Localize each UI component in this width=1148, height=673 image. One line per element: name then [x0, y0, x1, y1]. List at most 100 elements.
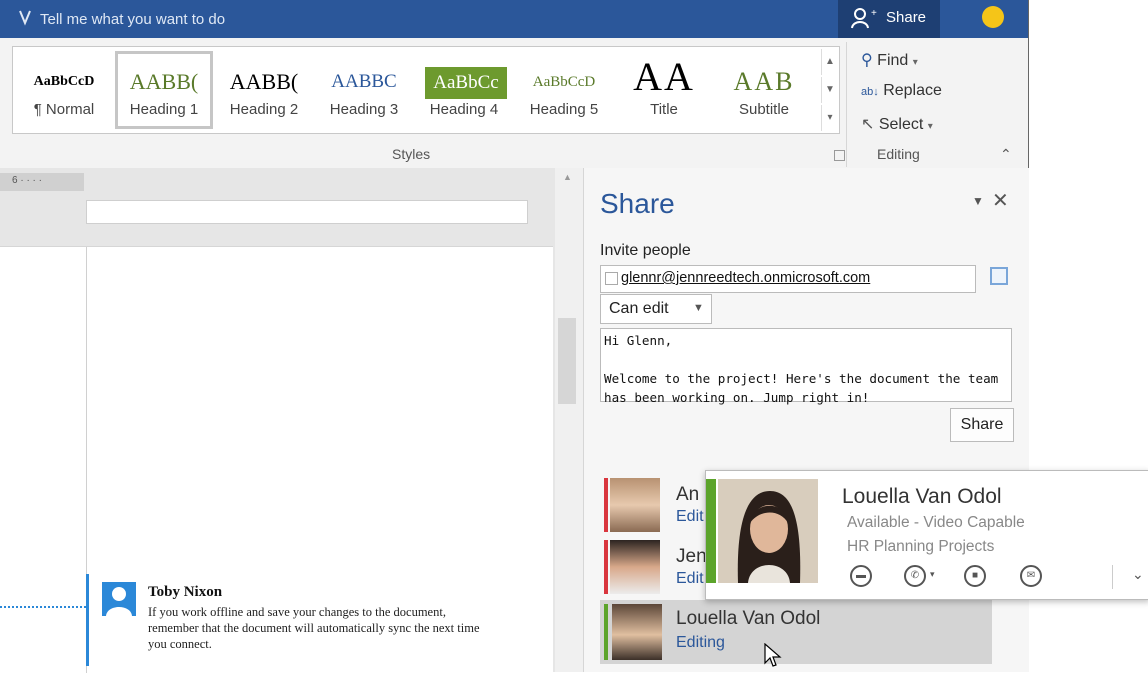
- style-preview: AaBbCc: [425, 67, 507, 99]
- presence-bar: [604, 540, 608, 594]
- person-status: Editing: [676, 634, 725, 651]
- ruler: 6 · · · ·: [0, 173, 84, 191]
- presence-bar: [604, 604, 608, 660]
- divider: [1112, 565, 1113, 589]
- person-share-icon: +: [851, 8, 877, 29]
- feedback-smiley-icon[interactable]: [982, 6, 1004, 28]
- select-label: Select: [878, 116, 924, 133]
- find-button[interactable]: ⚲ Find ▾: [861, 50, 918, 70]
- mail-icon[interactable]: ✉: [1020, 565, 1042, 587]
- message-field[interactable]: Hi Glenn, Welcome to the project! Here's…: [600, 328, 1012, 405]
- style-heading-5[interactable]: AaBbCcD Heading 5: [515, 51, 613, 129]
- search-icon: ⚲: [861, 52, 873, 69]
- comment-balloon[interactable]: Toby Nixon If you work offline and save …: [0, 574, 526, 672]
- style-preview: AaBbCcD: [33, 74, 95, 89]
- video-icon[interactable]: ■: [964, 565, 986, 587]
- style-subtitle[interactable]: AAB Subtitle: [715, 51, 813, 129]
- person-icon: [106, 587, 132, 616]
- comment-anchor-line: [0, 606, 86, 608]
- address-book-icon[interactable]: [990, 267, 1008, 285]
- avatar: [610, 478, 660, 532]
- person-name: Jen: [676, 546, 707, 567]
- pane-title: Share: [600, 188, 675, 219]
- style-preview: AABBC: [331, 71, 397, 92]
- select-button[interactable]: ↖ Select ▾: [861, 114, 933, 134]
- editing-group-label: Editing: [877, 146, 920, 162]
- lightbulb-icon: [19, 10, 31, 26]
- collapse-ribbon-icon[interactable]: ⌃: [1000, 146, 1012, 163]
- document-scrollbar[interactable]: ▲: [555, 168, 583, 672]
- svg-text:+: +: [871, 8, 877, 19]
- style-heading-3[interactable]: AABBC Heading 3: [315, 51, 413, 129]
- style-name: Title: [650, 101, 678, 118]
- contact-photo: [718, 479, 818, 583]
- previous-page-bottom: [86, 200, 528, 224]
- style-name: Heading 5: [529, 101, 599, 118]
- contact-title: HR Planning Projects: [847, 538, 995, 555]
- person-name: An: [676, 484, 700, 505]
- gallery-scroll-up[interactable]: ▲: [821, 49, 838, 75]
- contact-name: Louella Van Odol: [842, 485, 1002, 508]
- scroll-up-icon[interactable]: ▲: [563, 172, 572, 182]
- style-title[interactable]: AA Title: [615, 51, 713, 129]
- share-top-label: Share: [886, 9, 927, 26]
- contact-status: Available - Video Capable: [847, 514, 1025, 531]
- find-dropdown-icon: ▾: [912, 57, 918, 68]
- scrollbar-thumb[interactable]: [558, 318, 576, 404]
- presence-bar: [604, 478, 608, 532]
- avatar: [610, 540, 660, 594]
- permission-dropdown[interactable]: Can edit ▼: [600, 294, 712, 324]
- find-label: Find: [877, 52, 909, 69]
- style-name: Heading 4: [429, 101, 499, 118]
- contact-card: Louella Van Odol Available - Video Capab…: [705, 470, 1148, 600]
- permission-value: Can edit: [609, 300, 669, 317]
- tell-me-text: Tell me what you want to do: [40, 11, 226, 28]
- styles-gallery: AaBbCcD ¶ Normal AABB( Heading 1 AABB( H…: [12, 46, 840, 134]
- person-status: Edit: [676, 508, 704, 525]
- style-name: Heading 2: [229, 101, 299, 118]
- invite-email-field[interactable]: glennr@jennreedtech.onmicrosoft.com: [600, 265, 976, 293]
- style-heading-1[interactable]: AABB( Heading 1: [115, 51, 213, 129]
- select-cursor-icon: ↖: [861, 116, 875, 133]
- select-dropdown-icon: ▾: [927, 121, 933, 132]
- gallery-scroll-down[interactable]: ▼: [821, 77, 838, 103]
- style-normal[interactable]: AaBbCcD ¶ Normal: [15, 51, 113, 129]
- tell-me-box[interactable]: Tell me what you want to do: [18, 9, 225, 28]
- styles-dialog-launcher[interactable]: [834, 150, 845, 161]
- gallery-more[interactable]: ▾: [821, 105, 838, 131]
- chevron-down-icon[interactable]: ⌄: [1132, 566, 1144, 583]
- share-button[interactable]: Share: [950, 408, 1014, 442]
- invite-label: Invite people: [600, 242, 691, 259]
- style-preview: AABB(: [129, 69, 199, 94]
- avatar: [612, 604, 662, 660]
- phone-dropdown-icon[interactable]: ▾: [930, 569, 935, 580]
- recipient-checkbox: [605, 272, 618, 285]
- style-name: ¶ Normal: [33, 101, 95, 118]
- chat-icon[interactable]: ▬: [850, 565, 872, 587]
- comment-author: Toby Nixon: [148, 584, 223, 600]
- style-preview: AABB(: [229, 69, 299, 94]
- person-item-selected[interactable]: Louella Van Odol Editing: [600, 600, 992, 664]
- chevron-down-icon: ▼: [693, 302, 704, 314]
- replace-button[interactable]: ab↓ Replace: [861, 82, 942, 100]
- share-top-button[interactable]: + Share: [838, 0, 940, 38]
- style-name: Heading 1: [129, 101, 199, 118]
- style-heading-4[interactable]: AaBbCc Heading 4: [415, 51, 513, 129]
- email-value: glennr@jennreedtech.onmicrosoft.com: [621, 270, 871, 286]
- comment-text: If you work offline and save your change…: [148, 605, 480, 651]
- style-preview: AA: [633, 55, 695, 99]
- style-preview: AAB: [733, 67, 795, 96]
- replace-icon: ab↓: [861, 86, 879, 98]
- phone-icon[interactable]: ✆: [904, 565, 926, 587]
- person-name: Louella Van Odol: [676, 608, 821, 629]
- person-status: Edit: [676, 570, 704, 587]
- presence-bar: [706, 479, 716, 583]
- close-icon[interactable]: ✕: [992, 188, 1009, 213]
- contact-portrait-icon: [718, 479, 818, 583]
- comment-bar: [86, 574, 89, 666]
- mouse-cursor-icon: [764, 643, 782, 667]
- style-heading-2[interactable]: AABB( Heading 2: [215, 51, 313, 129]
- style-preview: AaBbCcD: [532, 74, 596, 90]
- replace-label: Replace: [883, 82, 942, 99]
- pane-options-icon[interactable]: ▼: [972, 194, 984, 208]
